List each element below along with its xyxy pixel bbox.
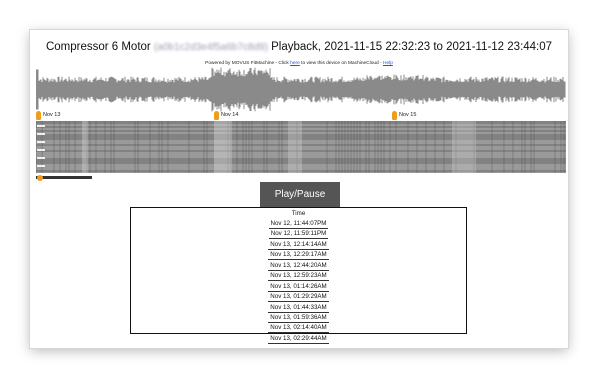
time-list-value: Nov 13, 02:14:40AM xyxy=(268,324,329,334)
playback-scrubber-handle[interactable] xyxy=(37,175,43,181)
powered-by-line: Powered by MOVUS FitMachine - Click here… xyxy=(30,61,568,66)
time-list-value: Nov 13, 02:29:44AM xyxy=(268,334,329,344)
vibration-spectrogram[interactable] xyxy=(36,121,566,173)
time-list-row[interactable]: Nov 12, 11:59:11PM xyxy=(131,229,466,240)
play-pause-button[interactable]: Play/Pause xyxy=(260,182,340,208)
time-list-value: Nov 13, 01:59:36AM xyxy=(268,313,329,323)
spectrogram-axis-tick xyxy=(37,149,45,151)
time-list-panel: Time Nov 12, 11:44:07PM Nov 12, 11:59:11P… xyxy=(130,207,467,344)
waveform-trace xyxy=(36,67,566,112)
powered-by-text: Powered by MOVUS FitMachine - Click xyxy=(205,61,289,66)
time-list-value: Nov 12, 11:44:07PM xyxy=(268,220,329,229)
title-playback-range: Playback, 2021-11-15 22:32:23 to 2021-11… xyxy=(271,41,553,53)
spectrogram-axis-tick xyxy=(37,125,45,127)
time-list-row[interactable]: Nov 13, 12:29:17AM xyxy=(131,250,466,261)
time-list-value: Nov 13, 01:44:33AM xyxy=(268,303,329,313)
title-device-name: Compressor 6 Motor xyxy=(45,41,151,53)
spectrogram-axis-tick xyxy=(37,165,45,167)
time-list-value: Nov 13, 01:14:26AM xyxy=(268,282,329,292)
spectrogram-axis-tick xyxy=(37,141,45,143)
help-link[interactable]: Help xyxy=(383,61,393,66)
day-marker-label: Nov 14 xyxy=(221,112,239,118)
spectrogram-highlight xyxy=(452,121,476,173)
time-list-value: Nov 13, 01:29:29AM xyxy=(268,293,329,303)
time-list-value: Nov 13, 12:59:23AM xyxy=(268,272,329,282)
time-list: Nov 12, 11:44:07PM Nov 12, 11:59:11PM Nov … xyxy=(131,219,466,344)
here-link[interactable]: here xyxy=(290,61,300,66)
marker-pin-icon[interactable] xyxy=(36,111,41,120)
time-list-value: Nov 13, 12:14:14AM xyxy=(268,240,329,250)
time-list-row[interactable]: Nov 13, 12:59:23AM xyxy=(131,271,466,282)
time-list-row[interactable]: Nov 13, 01:59:36AM xyxy=(131,313,466,323)
time-list-row[interactable]: Nov 13, 12:14:14AM xyxy=(131,240,466,250)
time-list-row[interactable]: Nov 13, 01:29:29AM xyxy=(131,292,466,303)
time-list-row[interactable]: Nov 13, 01:14:26AM xyxy=(131,282,466,292)
time-list-value: Nov 13, 12:44:20AM xyxy=(268,261,329,271)
marker-pin-icon[interactable] xyxy=(392,111,397,120)
day-marker-label: Nov 13 xyxy=(43,112,61,118)
day-marker-label: Nov 15 xyxy=(399,112,417,118)
spectrogram-axis-tick xyxy=(37,157,45,159)
page-title: Compressor 6 Motor (a0b1c2d3e4f5a6b7c8d9… xyxy=(30,41,568,53)
playback-scrubber-track[interactable] xyxy=(36,176,92,179)
spectrogram-highlight xyxy=(82,121,88,173)
powered-by-middle-text: to view this device on MachineCloud - xyxy=(301,61,382,66)
spectrogram-highlight xyxy=(288,121,302,173)
time-list-row[interactable]: Nov 13, 02:14:40AM xyxy=(131,323,466,334)
time-list-row[interactable]: Nov 12, 11:44:07PM xyxy=(131,219,466,229)
time-list-value: Nov 12, 11:59:11PM xyxy=(268,230,329,240)
marker-pin-icon[interactable] xyxy=(214,111,219,120)
time-list-value: Nov 13, 12:29:17AM xyxy=(268,251,329,261)
time-list-row[interactable]: Nov 13, 01:44:33AM xyxy=(131,303,466,313)
playback-window: Compressor 6 Motor (a0b1c2d3e4f5a6b7c8d9… xyxy=(30,30,568,348)
audio-waveform[interactable] xyxy=(36,67,566,112)
title-device-id-redacted: (a0b1c2d3e4f5a6b7c8d9) xyxy=(153,42,268,53)
spectrogram-highlight xyxy=(214,121,232,173)
time-column-header: Time xyxy=(291,210,306,217)
time-list-row[interactable]: Nov 13, 12:44:20AM xyxy=(131,261,466,271)
time-list-row[interactable]: Nov 13, 02:29:44AM xyxy=(131,334,466,344)
spectrogram-axis-tick xyxy=(37,133,45,135)
